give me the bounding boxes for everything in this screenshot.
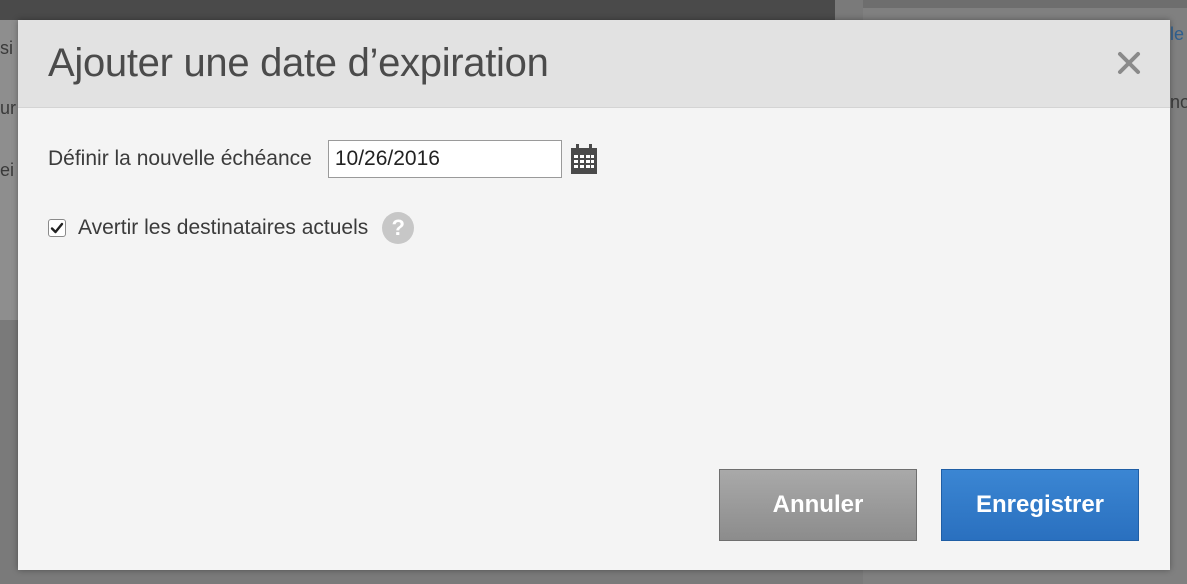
background-text-fragment: ei xyxy=(0,160,15,180)
dialog-title: Ajouter une date d’expiration xyxy=(48,41,549,85)
save-button[interactable]: Enregistrer xyxy=(941,469,1139,541)
notify-row: Avertir les destinataires actuels ? xyxy=(48,208,415,248)
cancel-button[interactable]: Annuler xyxy=(719,469,917,541)
notify-label: Avertir les destinataires actuels xyxy=(78,216,369,239)
close-icon[interactable] xyxy=(1116,50,1142,76)
deadline-row: Définir la nouvelle échéance xyxy=(48,137,598,181)
background-right-strip xyxy=(863,0,1187,8)
expiration-dialog: Ajouter une date d’expiration Définir la… xyxy=(18,20,1170,570)
background-text-fragment: le xyxy=(1170,24,1185,44)
notify-checkbox[interactable] xyxy=(48,219,66,237)
background-text-fragment: ur xyxy=(0,98,17,118)
background-text-fragment: no xyxy=(1170,92,1187,112)
background-text-fragment: si xyxy=(0,38,13,58)
deadline-label: Définir la nouvelle échéance xyxy=(48,147,312,170)
background-top-bar xyxy=(0,0,835,20)
deadline-date-input[interactable] xyxy=(327,140,562,178)
dialog-header: Ajouter une date d’expiration xyxy=(18,20,1170,108)
help-icon[interactable]: ? xyxy=(382,212,415,244)
help-icon-glyph: ? xyxy=(391,215,405,240)
calendar-icon[interactable] xyxy=(570,143,598,175)
